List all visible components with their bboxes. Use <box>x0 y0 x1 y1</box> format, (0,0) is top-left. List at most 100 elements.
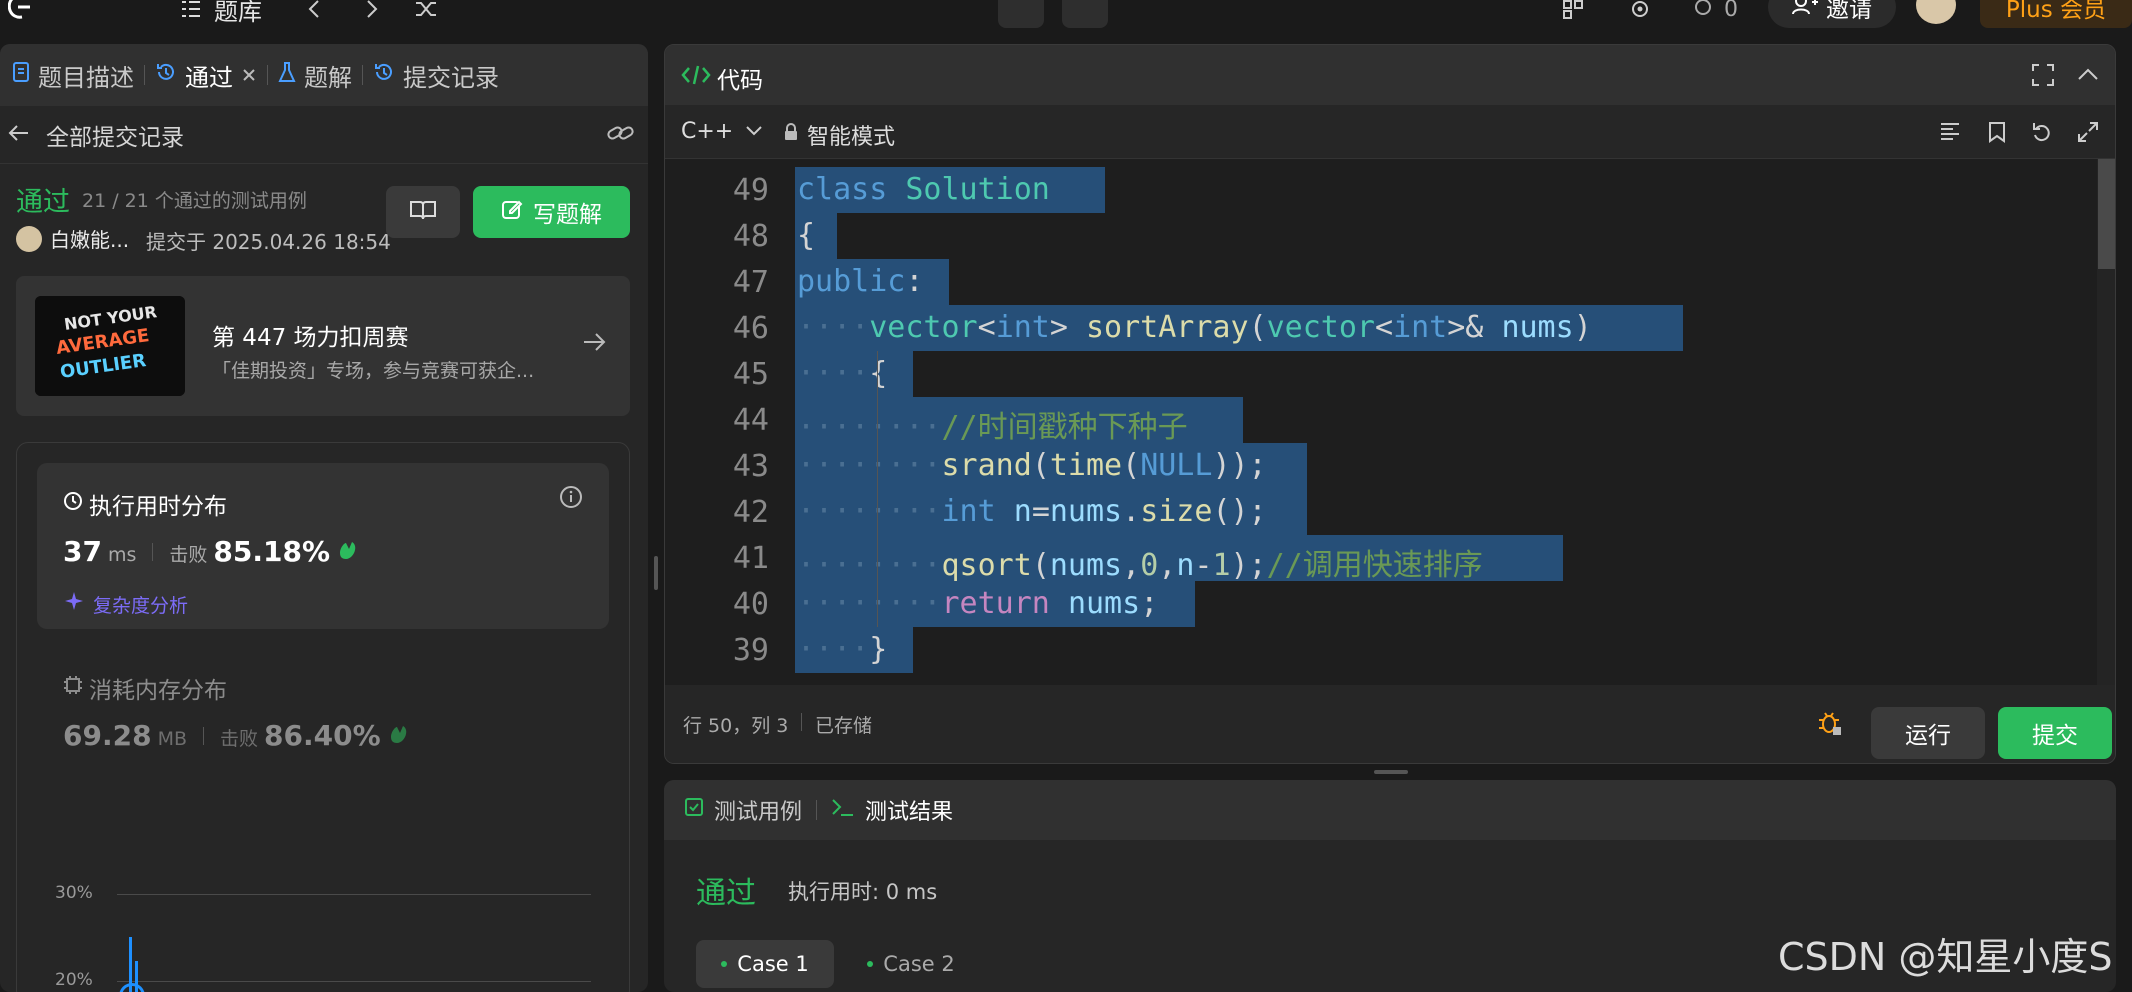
smart-mode-toggle[interactable]: 智能模式 <box>783 119 895 151</box>
contest-banner[interactable]: NOT YOUR AVERAGE OUTLIER 第 447 场力扣周赛 「佳期… <box>16 276 630 416</box>
lock-icon <box>783 122 799 148</box>
share-link-icon[interactable] <box>606 122 636 148</box>
tab-submissions[interactable]: 提交记录 <box>363 58 509 93</box>
cursor-position: 行 50，列 3 <box>683 715 789 737</box>
line-number: 44 <box>732 403 769 438</box>
editor-scroll-thumb[interactable] <box>2098 159 2115 269</box>
debug-bug-icon[interactable] <box>1817 709 1843 741</box>
open-book-icon <box>409 199 437 225</box>
reset-icon[interactable] <box>2031 121 2053 147</box>
streak-counter[interactable]: 0 <box>1692 0 1738 24</box>
language-value: C++ <box>681 119 734 144</box>
checkbox-icon <box>684 797 704 823</box>
bookmark-icon[interactable] <box>1987 121 2007 147</box>
line-number: 43 <box>732 449 769 484</box>
invite-button[interactable]: 邀请 <box>1768 0 1896 28</box>
shuffle-icon[interactable] <box>414 0 438 24</box>
expand-icon[interactable] <box>2077 121 2099 147</box>
back-arrow-icon[interactable] <box>8 123 30 147</box>
close-tab-icon[interactable] <box>241 61 257 89</box>
code-line: 48 { <box>665 213 2105 259</box>
history-icon <box>155 61 177 89</box>
code-text: ····{ <box>797 356 888 391</box>
csdn-watermark: CSDN @知星小度S <box>1778 935 2113 979</box>
clap-icon <box>387 723 411 749</box>
next-problem-icon[interactable] <box>364 0 380 24</box>
code-editor[interactable]: 49 class Solution 48 { 47 public: 46 ···… <box>665 159 2115 685</box>
my-submission-marker[interactable] <box>119 983 145 992</box>
info-icon[interactable] <box>559 485 583 513</box>
language-select[interactable]: C++ <box>681 119 763 144</box>
y-tick-30: 30% <box>55 883 93 903</box>
notes-button[interactable] <box>386 186 460 238</box>
code-text: ········srand(time(NULL)); <box>797 448 1267 483</box>
note-button[interactable] <box>1062 0 1108 28</box>
fullscreen-icon[interactable] <box>2031 63 2055 91</box>
logo-icon[interactable] <box>8 0 34 24</box>
pass-dot <box>721 961 728 967</box>
contest-poster-art: NOT YOUR AVERAGE OUTLIER <box>35 296 185 396</box>
code-line: 46 ····vector<int> sortArray(vector<int>… <box>665 305 2105 351</box>
divider <box>152 543 154 561</box>
memory-beat-pct: 86.40% <box>264 719 381 752</box>
runtime-card[interactable]: 执行用时分布 37 ms 击败 85.18% 复杂度分析 <box>37 463 609 629</box>
runtime-title-label: 执行用时分布 <box>89 494 227 520</box>
plus-member-button[interactable]: Plus 会员 <box>1980 0 2132 28</box>
case-tab-1[interactable]: Case 1 <box>696 940 834 988</box>
tab-submissions-label: 提交记录 <box>403 63 499 92</box>
divider <box>203 727 205 745</box>
sparkle-icon <box>63 591 85 618</box>
code-text: ········qsort(nums,0,n-1);//调用快速排序 <box>797 548 1483 583</box>
grid-icon[interactable] <box>1562 0 1584 24</box>
runtime-unit: ms <box>107 544 137 566</box>
code-toolbar: C++ 智能模式 <box>665 105 2115 159</box>
tab-accepted[interactable]: 通过 <box>145 58 267 93</box>
write-solution-label: 写题解 <box>533 202 602 228</box>
tab-description[interactable]: 题目描述 <box>0 58 144 93</box>
code-line: 47 public: <box>665 259 2105 305</box>
memory-beat-label: 击败 <box>220 728 259 750</box>
memory-title[interactable]: 消耗内存分布 <box>63 671 227 705</box>
tab-test-results[interactable]: 测试结果 <box>831 794 953 826</box>
horizontal-resize-handle[interactable] <box>1374 770 1408 774</box>
timer-button[interactable] <box>998 0 1044 28</box>
write-solution-button[interactable]: 写题解 <box>473 186 630 238</box>
complexity-analysis-link[interactable]: 复杂度分析 <box>63 591 188 618</box>
submit-button[interactable]: 提交 <box>1998 707 2112 759</box>
code-header: 代码 <box>665 45 2115 105</box>
indent-guide <box>877 351 878 627</box>
case-tab-2[interactable]: Case 2 <box>846 940 976 988</box>
left-tabs: 题目描述 通过 题解 提交记录 <box>0 44 648 106</box>
line-number: 41 <box>732 541 769 576</box>
complexity-analysis-label: 复杂度分析 <box>93 595 189 617</box>
runtime-beat-label: 击败 <box>169 544 208 566</box>
problems-nav[interactable]: 题库 <box>180 0 262 26</box>
vertical-resize-handle[interactable] <box>654 556 658 590</box>
line-number: 40 <box>732 587 769 622</box>
arrow-right-icon[interactable] <box>582 330 608 358</box>
gridline <box>117 981 591 982</box>
code-text: ········//时间戳种下种子 <box>797 410 1188 445</box>
history-icon <box>373 61 395 89</box>
submitter-name[interactable]: 白嫩能... <box>50 224 129 253</box>
run-button[interactable]: 运行 <box>1871 707 1985 759</box>
flask-icon <box>278 61 296 89</box>
tab-testcases[interactable]: 测试用例 <box>684 794 802 826</box>
memory-value: 69.28 <box>63 719 152 752</box>
code-line: 40 ········return nums; <box>665 581 2105 627</box>
code-line: 49 class Solution <box>665 167 2105 213</box>
clock-icon <box>63 491 83 517</box>
testcases-passed: 21 / 21 个通过的测试用例 <box>82 190 307 212</box>
code-line: 45 ····{ <box>665 351 2105 397</box>
settings-gear-icon[interactable] <box>1628 0 1652 24</box>
prev-problem-icon[interactable] <box>306 0 322 24</box>
line-number: 45 <box>732 357 769 392</box>
format-icon[interactable] <box>1939 121 1961 147</box>
user-avatar[interactable] <box>1916 0 1956 24</box>
tab-description-label: 题目描述 <box>38 63 134 92</box>
collapse-chevron-icon[interactable] <box>2077 65 2099 87</box>
all-submissions-link[interactable]: 全部提交记录 <box>46 118 184 152</box>
tab-test-results-label: 测试结果 <box>865 800 954 825</box>
tab-solutions[interactable]: 题解 <box>268 58 362 93</box>
test-tabs: 测试用例 测试结果 <box>664 780 2116 840</box>
